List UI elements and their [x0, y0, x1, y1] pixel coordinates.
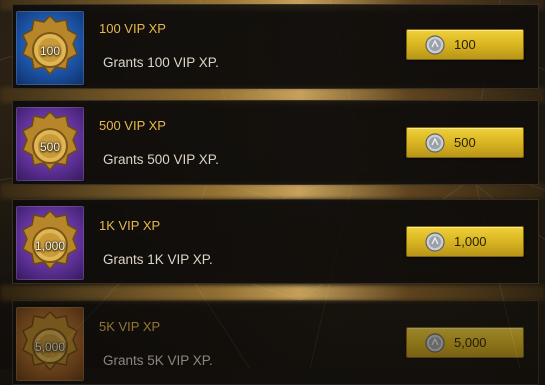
item-title: 5K VIP XP: [99, 319, 161, 334]
buy-button[interactable]: 500: [406, 127, 524, 158]
shop-list: 100 100 VIP XP Grants 100 VIP XP. 100 50…: [0, 0, 545, 385]
item-title: 100 VIP XP: [99, 21, 166, 36]
item-badge-value: 500: [39, 140, 61, 154]
item-title: 1K VIP XP: [99, 218, 161, 233]
buy-button[interactable]: 5,000: [406, 327, 524, 358]
price-label: 5,000: [454, 335, 487, 350]
silver-coin-icon: [425, 333, 445, 353]
buy-button[interactable]: 100: [406, 29, 524, 60]
item-description: Grants 1K VIP XP.: [103, 252, 213, 267]
shop-item[interactable]: 500 500 VIP XP Grants 500 VIP XP. 500: [12, 100, 539, 185]
shop-item[interactable]: 1,000 1K VIP XP Grants 1K VIP XP. 1,000: [12, 199, 539, 284]
item-description: Grants 500 VIP XP.: [103, 152, 219, 167]
silver-coin-icon: [425, 133, 445, 153]
item-icon-frame: 100: [16, 11, 84, 85]
shop-item[interactable]: 100 100 VIP XP Grants 100 VIP XP. 100: [12, 4, 539, 89]
item-badge-value: 100: [39, 44, 61, 58]
item-badge-value: 1,000: [34, 239, 66, 253]
shop-item[interactable]: 5,000 5K VIP XP Grants 5K VIP XP. 5,000: [12, 300, 539, 385]
price-label: 500: [454, 135, 476, 150]
item-description: Grants 100 VIP XP.: [103, 55, 219, 70]
item-icon-frame: 1,000: [16, 206, 84, 280]
item-title: 500 VIP XP: [99, 118, 166, 133]
price-label: 100: [454, 37, 476, 52]
item-icon-frame: 500: [16, 107, 84, 181]
item-icon-frame: 5,000: [16, 307, 84, 381]
price-label: 1,000: [454, 234, 487, 249]
silver-coin-icon: [425, 35, 445, 55]
silver-coin-icon: [425, 232, 445, 252]
item-badge-value: 5,000: [34, 340, 66, 354]
item-description: Grants 5K VIP XP.: [103, 353, 213, 368]
buy-button[interactable]: 1,000: [406, 226, 524, 257]
